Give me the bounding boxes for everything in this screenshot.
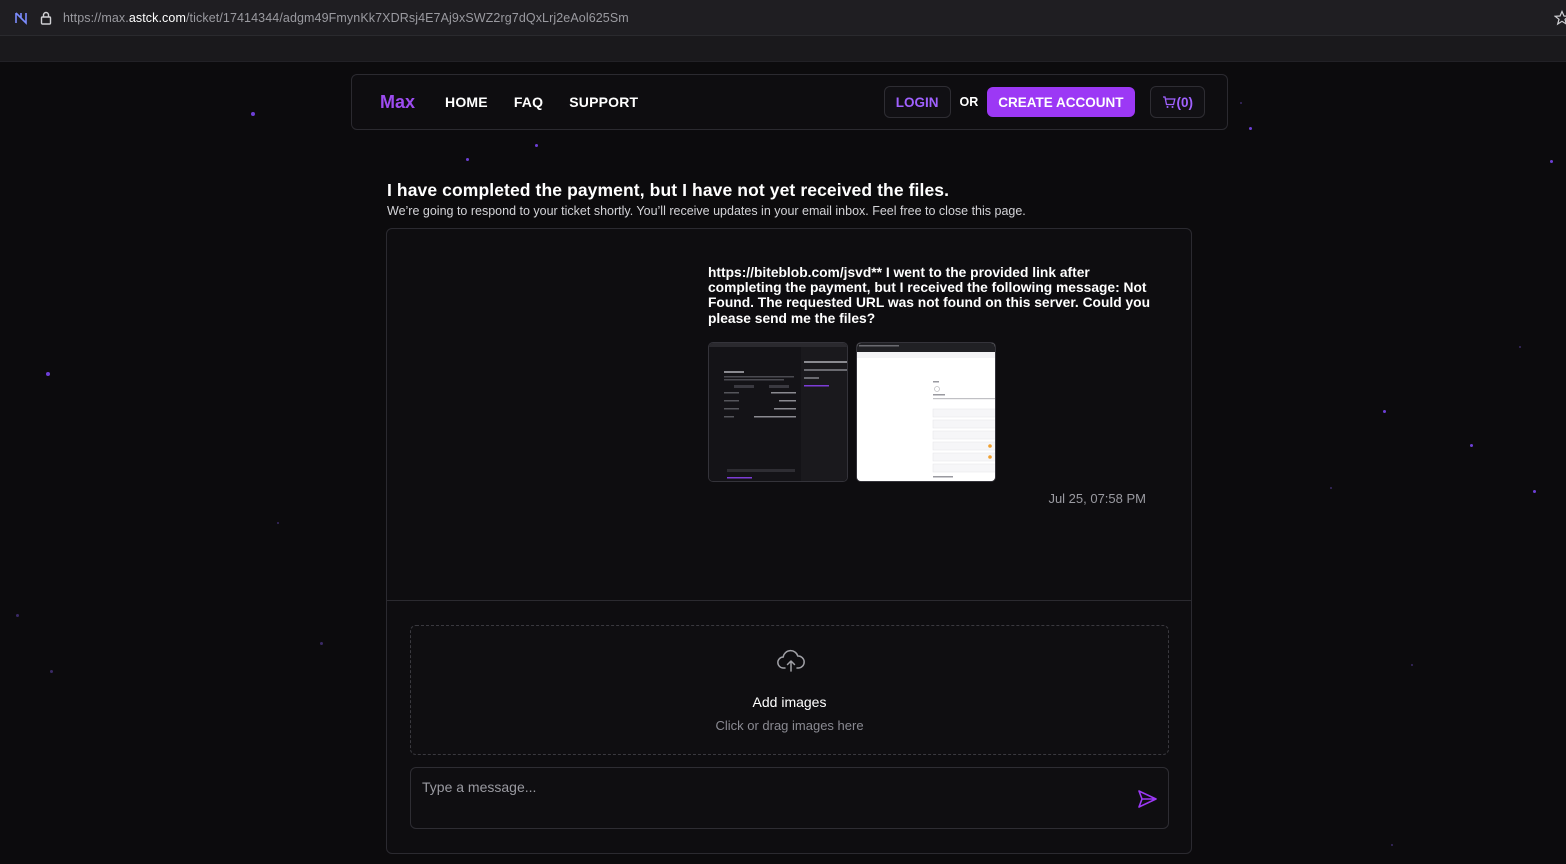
cloud-upload-icon — [777, 649, 805, 672]
extension-icon[interactable] — [13, 10, 29, 26]
nav-actions: LOGIN OR CREATE ACCOUNT (0) — [883, 86, 1205, 118]
url-path: /ticket/17414344/adgm49FmynKk7XDRsj4E7Aj… — [185, 10, 629, 25]
cart-icon — [1162, 96, 1176, 108]
top-navbar: Max HOME FAQ SUPPORT LOGIN OR CREATE ACC… — [351, 74, 1228, 130]
background-star — [1383, 410, 1386, 413]
bookmarks-bar — [0, 36, 1566, 62]
cart-count: (0) — [1176, 94, 1194, 110]
background-star — [1470, 444, 1473, 447]
dropzone-title: Add images — [752, 694, 827, 710]
background-star — [50, 670, 53, 673]
send-icon[interactable] — [1136, 788, 1158, 810]
url-prefix: https://max. — [63, 10, 129, 25]
message-timestamp: Jul 25, 07:58 PM — [1048, 491, 1146, 506]
nav-link-home[interactable]: HOME — [445, 94, 488, 110]
screenshot-preview-icon — [709, 343, 847, 481]
background-star — [1249, 127, 1252, 130]
ticket-title: I have completed the payment, but I have… — [387, 180, 950, 200]
cart-button[interactable]: (0) — [1149, 86, 1205, 118]
or-separator: OR — [959, 95, 979, 109]
browser-address-bar: https://max.astck.com/ticket/17414344/ad… — [0, 0, 1566, 36]
screenshot-preview-icon — [857, 343, 995, 481]
background-star — [1411, 664, 1413, 666]
create-account-button[interactable]: CREATE ACCOUNT — [987, 87, 1135, 117]
login-button[interactable]: LOGIN — [883, 86, 951, 118]
background-star — [535, 144, 538, 147]
background-star — [46, 372, 50, 376]
url-domain: astck.com — [128, 10, 186, 25]
bookmark-star-icon[interactable] — [1554, 10, 1566, 26]
background-star — [1240, 102, 1242, 104]
dropzone-subtitle: Click or drag images here — [715, 718, 864, 733]
page: Max HOME FAQ SUPPORT LOGIN OR CREATE ACC… — [0, 62, 1566, 864]
background-star — [251, 112, 255, 116]
ticket-conversation-panel: https://biteblob.com/jsvd** I went to th… — [386, 228, 1192, 854]
background-star — [1533, 490, 1536, 493]
background-star — [466, 158, 469, 161]
image-upload-dropzone[interactable]: Add images Click or drag images here — [410, 625, 1169, 755]
attachment-thumbnail[interactable] — [708, 342, 848, 482]
lock-icon[interactable] — [38, 10, 54, 26]
background-star — [1391, 844, 1393, 846]
background-star — [277, 522, 279, 524]
attachment-thumbnail[interactable] — [856, 342, 996, 482]
background-star — [1519, 346, 1521, 348]
site-logo[interactable]: Max — [380, 92, 415, 113]
panel-divider — [387, 600, 1191, 601]
background-star — [1550, 160, 1553, 163]
message-text: https://biteblob.com/jsvd** I went to th… — [708, 265, 1151, 326]
url-field[interactable]: https://max.astck.com/ticket/17414344/ad… — [63, 11, 629, 25]
ticket-subtitle: We’re going to respond to your ticket sh… — [387, 204, 1026, 218]
background-star — [1330, 487, 1332, 489]
background-star — [16, 614, 19, 617]
nav-link-faq[interactable]: FAQ — [514, 94, 543, 110]
background-star — [320, 642, 323, 645]
message-composer — [410, 767, 1169, 829]
nav-link-support[interactable]: SUPPORT — [569, 94, 638, 110]
message-input[interactable] — [420, 776, 1120, 798]
